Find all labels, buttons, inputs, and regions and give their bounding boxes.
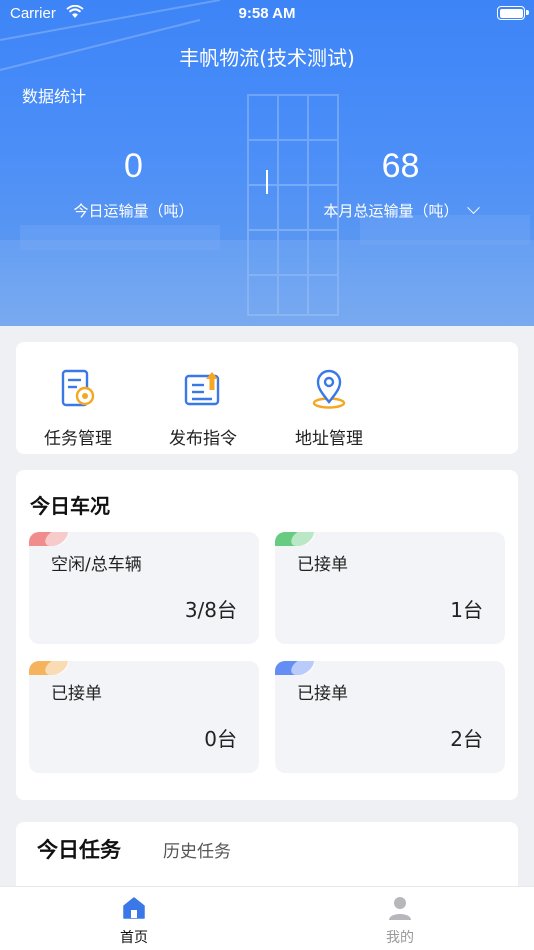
page-title: 丰帆物流(技术测试): [179, 46, 355, 70]
month-transport-stat[interactable]: 68 本月总运输量（吨）: [267, 140, 534, 221]
stats-section-label: 数据统计: [22, 87, 87, 106]
address-management-label: 地址管理: [295, 429, 363, 449]
vehicle-stat-value: 1台: [450, 598, 483, 622]
vehicle-stat-value: 0台: [204, 727, 237, 751]
chevron-down-icon[interactable]: [466, 201, 480, 215]
publish-command-label: 发布指令: [169, 429, 237, 449]
today-vehicles-card: 今日车况 空闲/总车辆 3/8台 已接单 1台 已接单 0台 已接单 2台: [16, 470, 518, 800]
home-icon: [123, 897, 145, 919]
status-bar: Carrier 9:58 AM: [0, 0, 534, 28]
address-management-button[interactable]: 地址管理: [279, 368, 379, 449]
today-vehicles-title: 今日车况: [30, 494, 110, 518]
today-transport-label: 今日运输量（吨）: [73, 202, 194, 220]
vehicle-stat-name: 空闲/总车辆: [51, 555, 142, 575]
clock-time: 9:58 AM: [238, 5, 296, 22]
vehicle-stat-name: 已接单: [297, 555, 348, 575]
tab-today-tasks[interactable]: 今日任务: [37, 834, 121, 864]
tab-home-label: 首页: [120, 930, 148, 946]
tab-mine[interactable]: 我的: [360, 895, 440, 947]
today-transport-value: 0: [124, 147, 143, 185]
header-banner: Carrier 9:58 AM 丰帆物流(技术测试) 数据统计 0 今日运输量（…: [0, 0, 534, 326]
tab-mine-label: 我的: [386, 930, 414, 946]
vehicle-stat-name: 已接单: [51, 684, 102, 704]
bottom-tab-bar: 首页 我的: [0, 886, 534, 950]
vehicle-stat-idle-total[interactable]: 空闲/总车辆 3/8台: [29, 532, 259, 644]
month-transport-value: 68: [381, 147, 420, 185]
blue-corner-tag: [275, 661, 318, 675]
vehicle-stat-value: 3/8台: [184, 598, 237, 622]
battery-icon: [497, 6, 529, 20]
vehicle-stat-name: 已接单: [297, 684, 348, 704]
tasks-card: 今日任务 历史任务: [16, 822, 518, 888]
orange-corner-tag: [29, 661, 72, 675]
task-management-label: 任务管理: [44, 429, 112, 449]
user-icon: [389, 897, 411, 920]
location-pin-icon: [312, 369, 346, 409]
month-transport-label: 本月总运输量（吨）: [323, 202, 459, 220]
green-corner-tag: [275, 532, 318, 546]
publish-command-button[interactable]: 发布指令: [153, 368, 253, 449]
today-transport-stat: 0 今日运输量（吨）: [0, 140, 267, 221]
vehicle-stat-accepted-3[interactable]: 已接单 2台: [275, 661, 505, 773]
quick-actions-card: 任务管理 发布指令 地址管理: [16, 342, 518, 454]
tab-history-tasks[interactable]: 历史任务: [163, 837, 231, 862]
task-management-button[interactable]: 任务管理: [28, 368, 128, 449]
tab-home[interactable]: 首页: [94, 895, 174, 947]
vehicle-stat-accepted-1[interactable]: 已接单 1台: [275, 532, 505, 644]
task-doc-icon: [61, 369, 95, 407]
publish-icon: [184, 372, 220, 406]
red-corner-tag: [29, 532, 72, 546]
vehicle-stat-accepted-2[interactable]: 已接单 0台: [29, 661, 259, 773]
vehicle-stat-value: 2台: [450, 727, 483, 751]
